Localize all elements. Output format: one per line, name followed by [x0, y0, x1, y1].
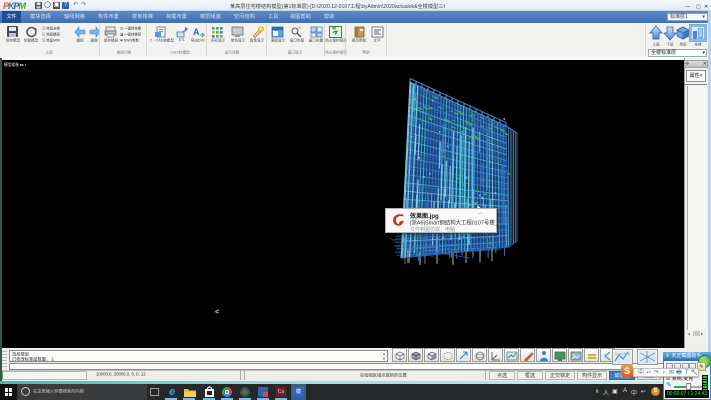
svg-text:A: A [193, 27, 200, 37]
